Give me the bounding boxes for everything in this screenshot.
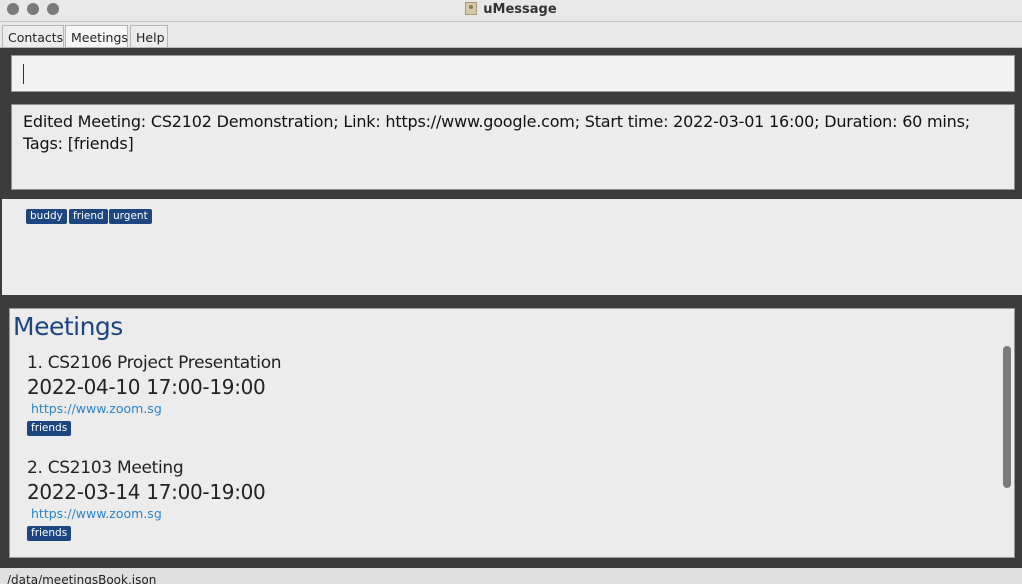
tag-urgent: urgent — [109, 209, 152, 224]
tag-buddy: buddy — [26, 209, 67, 224]
meeting-card[interactable]: 2. CS2103 Meeting 2022-03-14 17:00-19:00… — [10, 458, 1000, 557]
meeting-tag: friends — [27, 526, 72, 541]
command-input[interactable] — [11, 55, 1015, 92]
menu-help[interactable]: Help — [130, 25, 168, 48]
meeting-tag: friends — [27, 421, 72, 436]
meetings-scrollbar[interactable] — [1000, 309, 1014, 557]
meeting-time: 2022-03-14 17:00-19:00 — [27, 480, 266, 504]
menu-contacts[interactable]: Contacts — [2, 25, 64, 48]
app-icon — [465, 2, 478, 15]
tags-panel: buddy friend urgent — [2, 199, 1022, 295]
meeting-link[interactable]: https://www.zoom.sg — [31, 401, 162, 416]
meeting-title: 1. CS2106 Project Presentation — [27, 353, 282, 373]
meetings-heading: Meetings — [13, 312, 123, 341]
meetings-panel: Meetings 1. CS2106 Project Presentation … — [9, 308, 1015, 558]
meeting-link[interactable]: https://www.zoom.sg — [31, 506, 162, 521]
result-text: Edited Meeting: CS2102 Demonstration; Li… — [23, 112, 970, 153]
window-title: uMessage — [483, 2, 557, 17]
text-caret — [23, 64, 24, 84]
meeting-card[interactable]: 1. CS2106 Project Presentation 2022-04-1… — [10, 353, 1000, 458]
meeting-title: 2. CS2103 Meeting — [27, 458, 184, 478]
tag-friend: friend — [69, 209, 108, 224]
window-title-area: uMessage — [0, 2, 1022, 17]
meeting-time: 2022-04-10 17:00-19:00 — [27, 375, 266, 399]
scrollbar-thumb[interactable] — [1003, 346, 1011, 488]
menu-meetings[interactable]: Meetings — [65, 25, 128, 48]
storage-path: /data/meetingsBook.json — [7, 573, 157, 584]
status-bar: /data/meetingsBook.json — [0, 568, 1022, 584]
menu-bar: Contacts Meetings Help — [0, 22, 1022, 48]
result-display: Edited Meeting: CS2102 Demonstration; Li… — [11, 104, 1015, 190]
title-bar: uMessage — [0, 0, 1022, 22]
